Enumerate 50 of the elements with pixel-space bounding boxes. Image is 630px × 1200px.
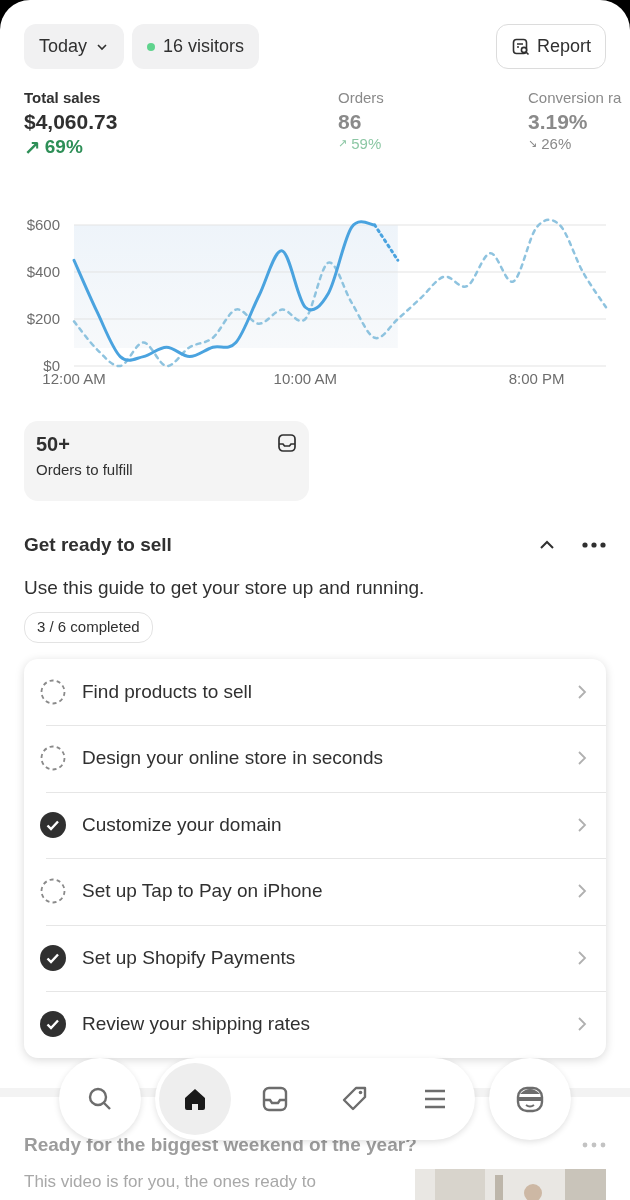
period-dropdown[interactable]: Today [24, 24, 125, 69]
fulfill-card[interactable]: 50+ Orders to fulfill [24, 420, 309, 502]
metric-value: $4,060.73 [24, 109, 119, 133]
metric-label: Orders [338, 88, 385, 108]
task-item[interactable]: Set up Tap to Pay on iPhone [24, 858, 606, 925]
y-axis-label: $600 [26, 215, 60, 233]
change-value: 59% [351, 133, 382, 154]
change-value: 69% [44, 135, 83, 160]
nav-search-button[interactable] [59, 1058, 141, 1140]
chevron-right-icon [576, 683, 588, 700]
report-icon [510, 36, 531, 57]
task-item[interactable]: Review your shipping rates [24, 991, 606, 1058]
metric-value: 3.19% [528, 109, 589, 133]
chevron-right-icon [576, 883, 588, 900]
chevron-right-icon [576, 750, 588, 767]
trend-arrow: ↗ [24, 134, 41, 162]
trend-arrow: ↘ [528, 135, 538, 152]
inbox-icon [260, 1084, 290, 1114]
y-axis-label: $400 [26, 262, 60, 280]
change-value: 26% [541, 133, 572, 154]
guide-description: Use this guide to get your store up and running. [23, 575, 426, 600]
task-item[interactable]: Design your online store in seconds [24, 725, 606, 792]
fulfill-count: 50+ [36, 432, 71, 455]
metric-tab[interactable]: Conversion ra 3.19% ↘ 26% [528, 87, 630, 163]
metric-label: Total sales [24, 88, 102, 108]
task-item[interactable]: Find products to sell [24, 658, 606, 726]
inbox-icon [277, 432, 297, 453]
x-axis-label: 8:00 PM [508, 369, 565, 387]
chevron-right-icon [576, 816, 588, 833]
y-axis-label: $0 [43, 356, 60, 374]
avatar-icon [515, 1084, 545, 1114]
more-icon[interactable] [582, 541, 606, 550]
trend-arrow: ↗ [338, 135, 348, 152]
task-item[interactable]: Customize your domain [24, 791, 606, 859]
y-axis-label: $200 [26, 309, 60, 327]
visitors-button[interactable]: 16 visitors [132, 24, 260, 69]
progress-pill: 3 / 6 completed [24, 612, 153, 643]
report-button[interactable]: Report [495, 24, 606, 69]
metric-tab[interactable]: Total sales $4,060.73 ↗ 69% [24, 87, 338, 163]
x-axis-label: 10:00 AM [273, 369, 337, 387]
metric-label: Conversion ra [528, 88, 623, 108]
chevron-right-icon [576, 949, 588, 966]
promo-text: This video is for you, the ones ready to [24, 1171, 317, 1194]
task-item[interactable]: Set up Shopify Payments [24, 924, 606, 992]
guide-title: Get ready to sell [24, 533, 173, 558]
nav-avatar-button[interactable] [489, 1058, 571, 1140]
nav-home-button[interactable] [159, 1063, 231, 1135]
fulfill-label: Orders to fulfill [36, 459, 134, 480]
metric-value: 86 [338, 109, 363, 133]
chevron-right-icon [576, 1016, 588, 1033]
